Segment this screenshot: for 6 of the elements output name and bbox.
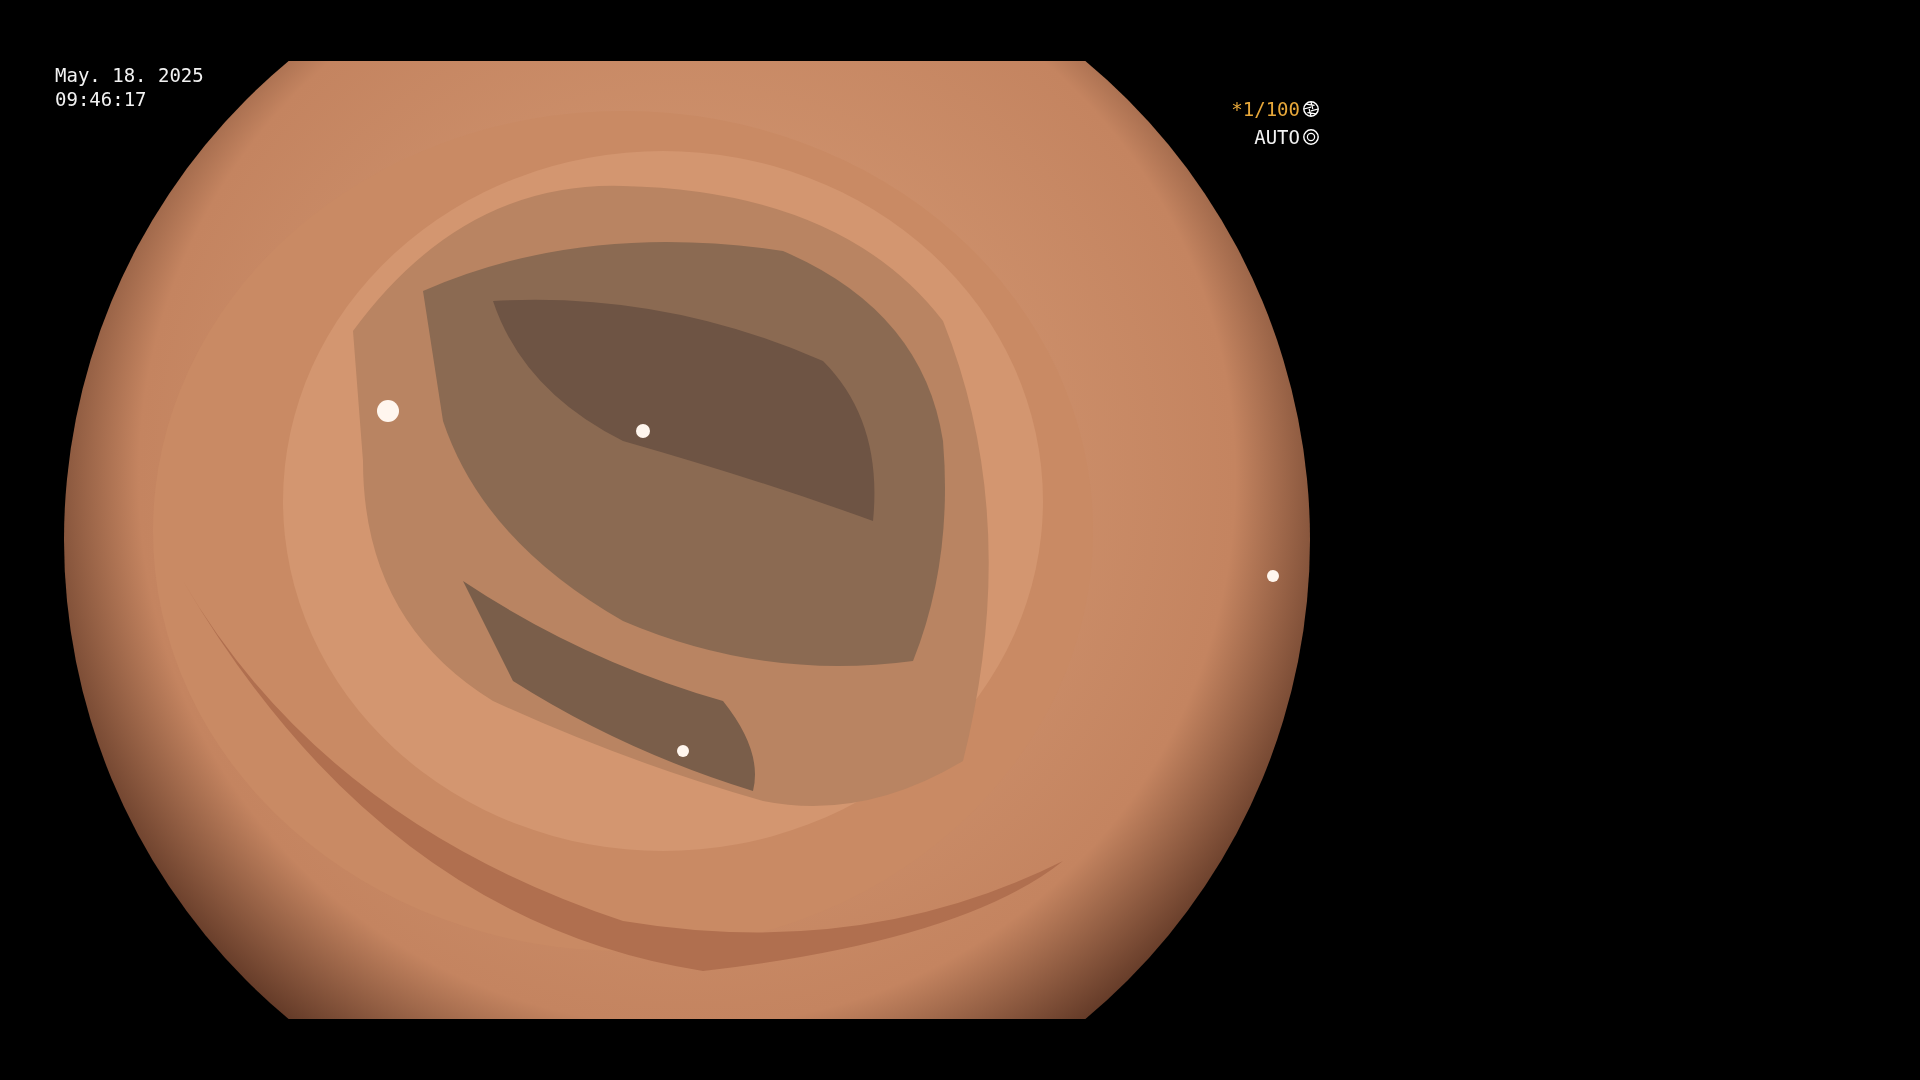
aperture-icon (1302, 128, 1320, 146)
date-text: May. 18. 2025 (55, 64, 204, 86)
time-text: 09:46:17 (55, 88, 148, 110)
shutter-icon (1302, 100, 1320, 118)
shutter-speed-text: *1/100 (1231, 98, 1300, 120)
iris-mode-text: AUTO (1254, 126, 1300, 148)
